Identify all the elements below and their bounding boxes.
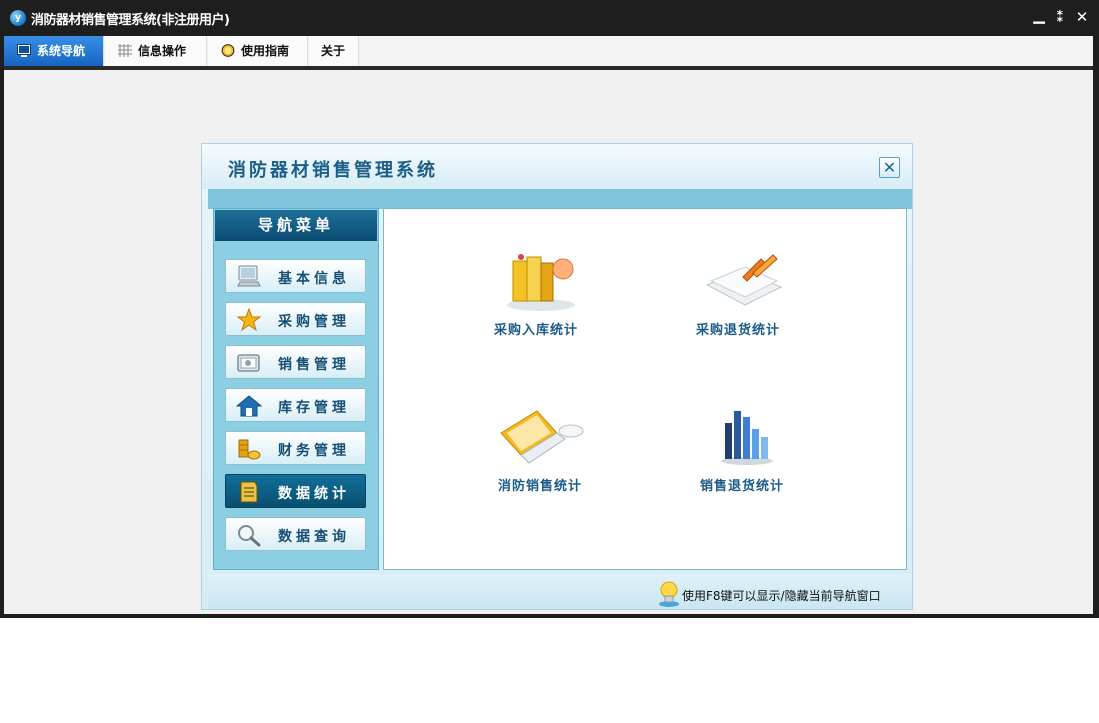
stat-label: 销售退货统计 bbox=[699, 479, 784, 494]
minimize-button[interactable]: ▁ bbox=[1031, 6, 1047, 24]
certificate-icon bbox=[237, 354, 260, 372]
nav-item-label: 采购管理 bbox=[278, 314, 350, 330]
tab-system-navigation[interactable]: 系统导航 bbox=[4, 36, 104, 66]
nav-menu-title: 导航菜单 bbox=[215, 210, 377, 241]
sales-return-statistics[interactable]: 销售退货统计 bbox=[657, 403, 827, 513]
tab-label: 关于 bbox=[321, 44, 346, 58]
tab-label: 使用指南 bbox=[241, 44, 290, 58]
hint-text: 使用F8键可以显示/隐藏当前导航窗口 bbox=[682, 589, 881, 603]
statistics-area: 采购入库统计 采购退货统计 消防销售统计 销售退货统计 bbox=[383, 208, 907, 570]
app-logo-icon: y bbox=[10, 10, 26, 26]
nav-menu: 导航菜单 基本信息 采购管理 销售管理 库存管理 财务管理 数据统计 数据查询 bbox=[213, 208, 379, 570]
nav-item-basic-info[interactable]: 基本信息 bbox=[225, 259, 366, 293]
grid-icon bbox=[118, 44, 132, 57]
nav-item-data-query[interactable]: 数据查询 bbox=[225, 517, 366, 551]
fire-sales-statistics[interactable]: 消防销售统计 bbox=[455, 403, 625, 513]
coins-icon bbox=[238, 439, 261, 460]
tab-info-operations[interactable]: 信息操作 bbox=[105, 36, 207, 66]
lightbulb-icon bbox=[659, 581, 679, 607]
bar-chart-icon bbox=[721, 411, 773, 465]
close-button[interactable]: ✕ bbox=[1074, 8, 1090, 26]
menu-bar: 系统导航 信息操作 使用指南 关于 bbox=[4, 36, 1093, 66]
navigation-panel: 消防器材销售管理系统 ✕ 导航菜单 基本信息 采购管理 销售管理 库存管理 财务… bbox=[201, 143, 913, 610]
nav-item-label: 财务管理 bbox=[278, 443, 350, 459]
nav-item-finance-management[interactable]: 财务管理 bbox=[225, 431, 366, 465]
tab-label: 信息操作 bbox=[138, 44, 187, 58]
nav-item-purchase-management[interactable]: 采购管理 bbox=[225, 302, 366, 336]
panel-title: 消防器材销售管理系统 bbox=[228, 160, 438, 181]
magnifier-icon bbox=[238, 525, 261, 547]
restore-button[interactable]: ⁑ bbox=[1052, 8, 1068, 26]
nav-item-label: 数据统计 bbox=[278, 486, 350, 502]
laptop-icon bbox=[500, 410, 584, 464]
monitor-icon bbox=[237, 265, 261, 287]
panel-close-button[interactable]: ✕ bbox=[879, 157, 900, 178]
stat-label: 采购入库统计 bbox=[493, 323, 578, 338]
nav-item-label: 销售管理 bbox=[278, 357, 350, 373]
nav-item-sales-management[interactable]: 销售管理 bbox=[225, 345, 366, 379]
nav-item-inventory-management[interactable]: 库存管理 bbox=[225, 388, 366, 422]
tab-about[interactable]: 关于 bbox=[309, 36, 359, 66]
nav-item-label: 数据查询 bbox=[278, 529, 350, 545]
books-icon bbox=[507, 254, 575, 311]
stat-label: 采购退货统计 bbox=[695, 323, 780, 338]
monitor-icon bbox=[17, 44, 31, 57]
stat-label: 消防销售统计 bbox=[497, 479, 582, 494]
nav-item-label: 基本信息 bbox=[278, 271, 350, 287]
papers-pen-icon bbox=[705, 254, 783, 306]
star-icon bbox=[236, 308, 262, 332]
purchase-inbound-statistics[interactable]: 采购入库统计 bbox=[451, 247, 621, 357]
tab-label: 系统导航 bbox=[37, 44, 86, 58]
nav-item-data-statistics[interactable]: 数据统计 bbox=[225, 474, 366, 508]
help-icon bbox=[221, 44, 235, 57]
title-bar[interactable]: y 消防器材销售管理系统(非注册用户) ▁ ⁑ ✕ bbox=[0, 0, 1099, 36]
home-icon bbox=[236, 395, 262, 417]
panel-header: 消防器材销售管理系统 ✕ bbox=[202, 144, 912, 189]
nav-item-label: 库存管理 bbox=[278, 400, 350, 416]
window-title: 消防器材销售管理系统(非注册用户) bbox=[31, 13, 230, 28]
panel-band bbox=[208, 189, 912, 209]
tab-user-guide[interactable]: 使用指南 bbox=[208, 36, 308, 66]
purchase-return-statistics[interactable]: 采购退货统计 bbox=[653, 247, 823, 357]
document-icon bbox=[240, 481, 258, 503]
